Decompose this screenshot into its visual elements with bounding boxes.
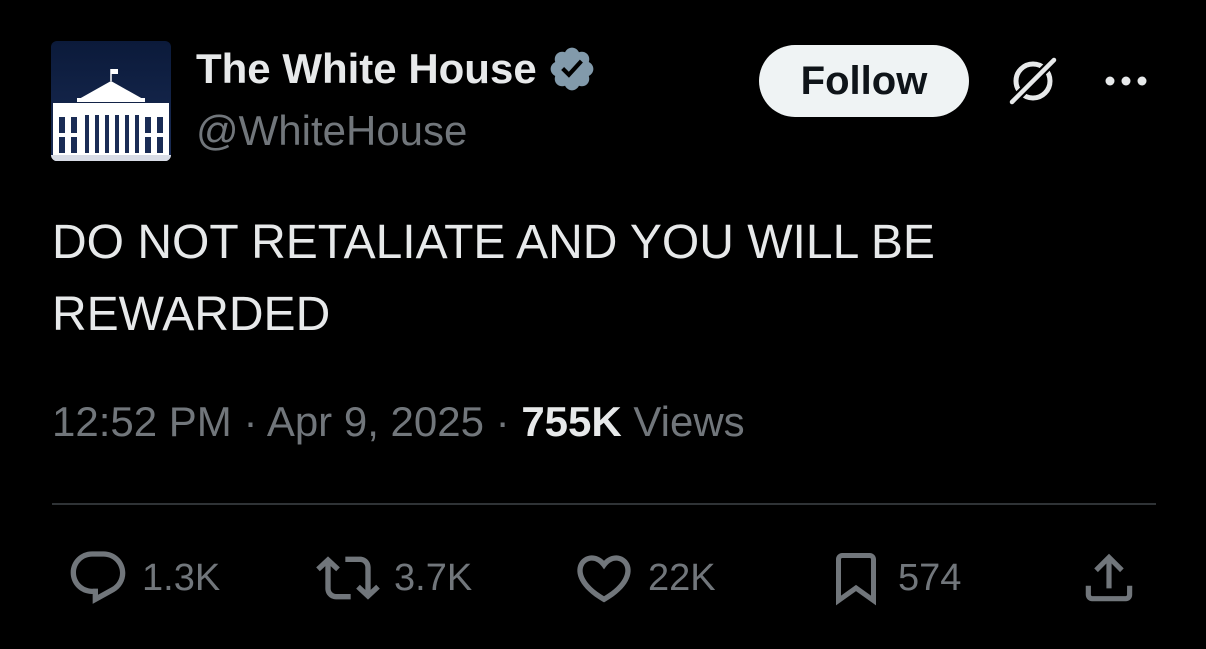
tweet-time[interactable]: 12:52 PM — [52, 398, 232, 445]
author-handle[interactable]: @WhiteHouse — [196, 107, 467, 155]
bookmark-count: 574 — [898, 556, 962, 599]
grok-icon[interactable] — [1004, 52, 1062, 110]
reply-icon — [70, 551, 126, 604]
share-button[interactable] — [1078, 546, 1140, 610]
display-name-text[interactable]: The White House — [196, 45, 537, 93]
meta-separator: · — [495, 398, 510, 445]
heart-icon — [577, 555, 631, 603]
repost-icon — [316, 556, 380, 600]
white-house-building-icon — [51, 41, 171, 161]
share-icon — [1085, 553, 1133, 602]
repost-count: 3.7K — [394, 556, 473, 599]
bookmark-icon — [836, 553, 876, 606]
reply-count: 1.3K — [142, 556, 221, 599]
tweet-metadata: 12:52 PM · Apr 9, 2025 · 755K Views — [52, 398, 745, 446]
repost-button[interactable]: 3.7K — [314, 546, 472, 610]
reply-button[interactable]: 1.3K — [66, 546, 220, 610]
more-options-icon[interactable] — [1100, 66, 1152, 96]
like-count: 22K — [648, 556, 716, 599]
views-count[interactable]: 755K — [521, 398, 621, 445]
bookmark-button[interactable]: 574 — [826, 546, 961, 610]
divider — [52, 503, 1156, 505]
avatar[interactable] — [51, 41, 171, 161]
views-label[interactable]: Views — [633, 398, 744, 445]
like-button[interactable]: 22K — [572, 546, 716, 610]
verified-badge-icon[interactable] — [547, 44, 597, 94]
tweet-text: DO NOT RETALIATE AND YOU WILL BE REWARDE… — [52, 216, 935, 341]
author-display-name[interactable]: The White House — [196, 44, 597, 94]
follow-button[interactable]: Follow — [759, 45, 969, 117]
tweet-date[interactable]: Apr 9, 2025 — [267, 398, 484, 445]
meta-separator: · — [243, 398, 258, 445]
